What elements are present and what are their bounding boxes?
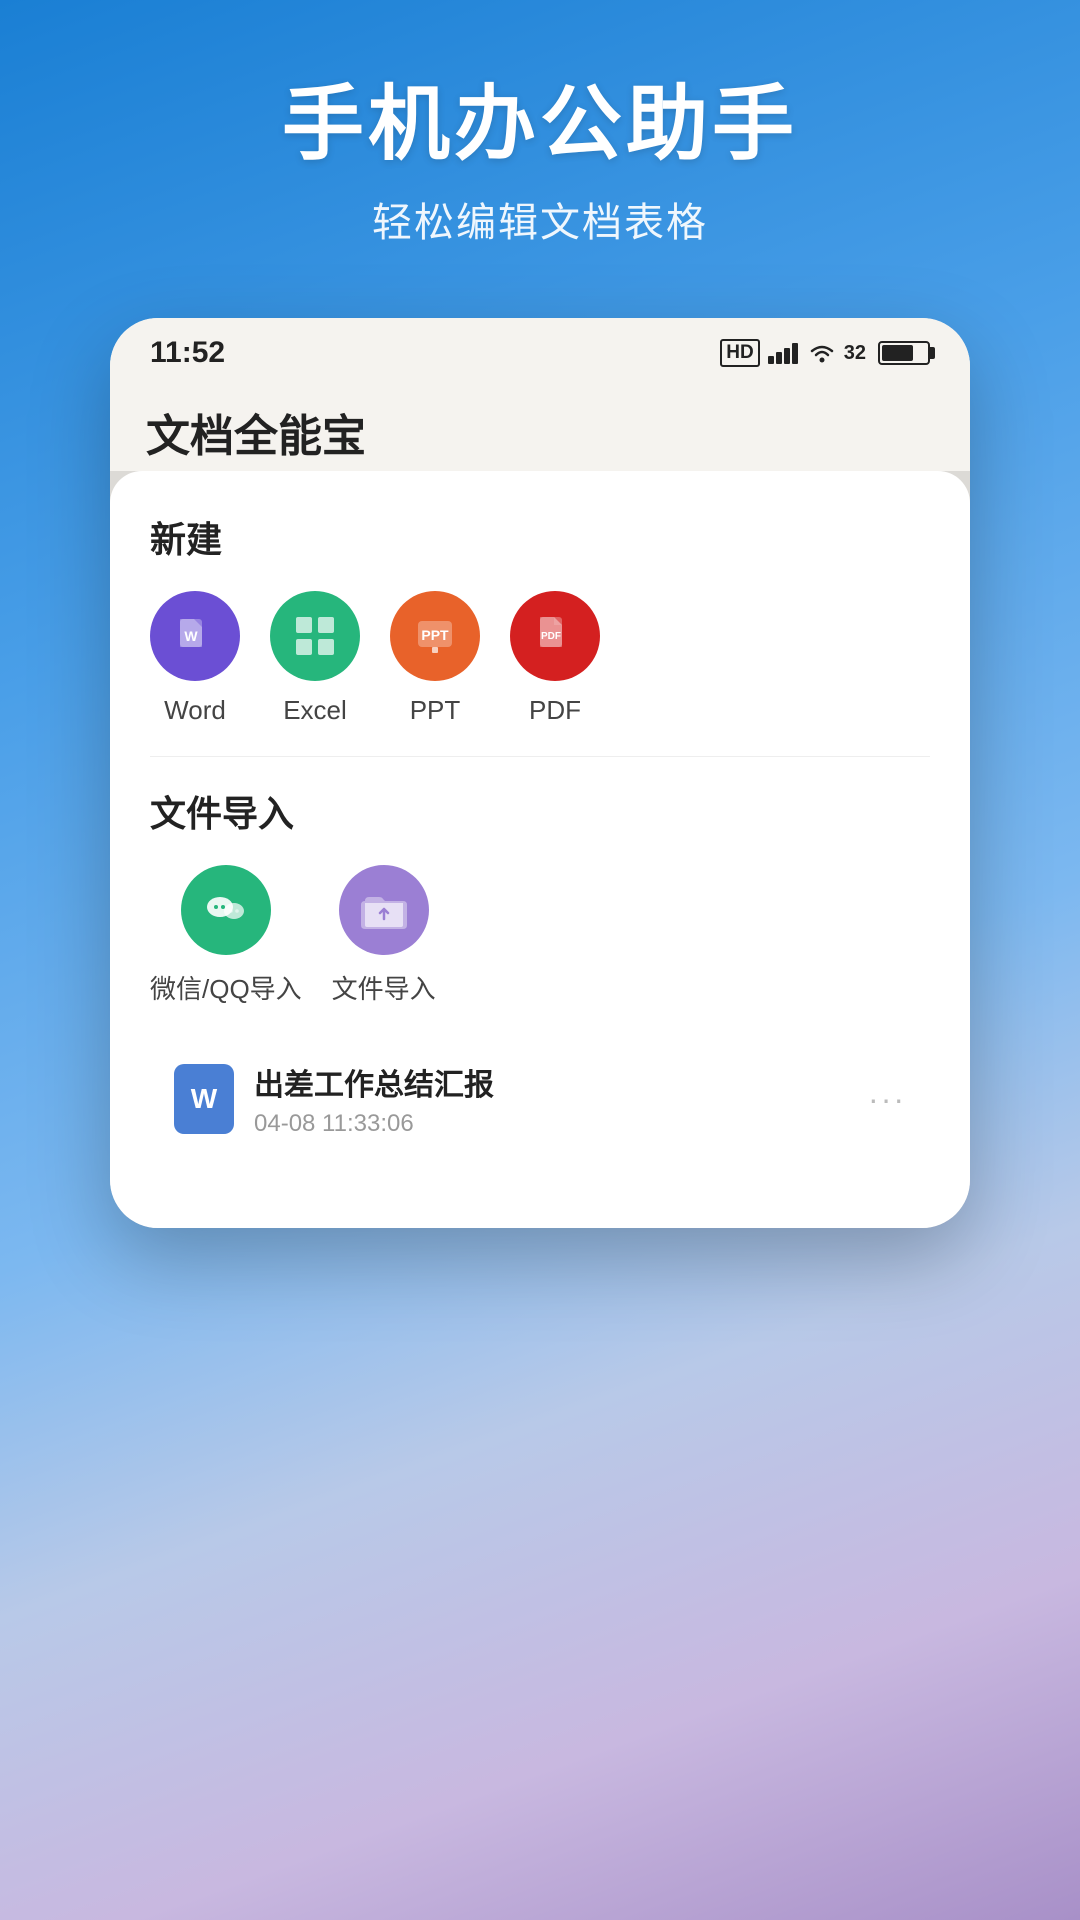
- hd-label: HD: [720, 339, 759, 367]
- popup-item-ppt[interactable]: PPT PPT: [390, 591, 480, 726]
- app-title: 文档全能宝: [146, 400, 934, 464]
- popup-item-pdf[interactable]: PDF PDF: [510, 591, 600, 726]
- header-subtitle: 轻松编辑文档表格: [60, 190, 1020, 248]
- popup-item-word[interactable]: W Word: [150, 591, 240, 726]
- popup-divider: [150, 756, 930, 757]
- popup-import-section: 文件导入: [150, 785, 930, 1006]
- svg-text:W: W: [184, 628, 198, 644]
- wechat-icon: [181, 865, 271, 955]
- battery-num: 32: [844, 342, 866, 365]
- ppt-icon: PPT: [390, 591, 480, 681]
- status-time: 11:52: [150, 336, 225, 370]
- doc-partial-area: W 出差工作总结汇报 04-08 11:33:06 ···: [150, 1036, 930, 1162]
- file-import-icon: [339, 865, 429, 955]
- popup-new-icons: W Word: [150, 591, 930, 726]
- popup-item-file-import[interactable]: 文件导入: [332, 865, 436, 1006]
- word-label: Word: [164, 695, 226, 726]
- ppt-label: PPT: [410, 695, 461, 726]
- doc-more-1[interactable]: ···: [868, 1081, 906, 1118]
- status-icons: HD 32: [720, 339, 930, 367]
- signal-icon: [768, 342, 800, 364]
- phone-card: 11:52 HD 32 文档全能宝: [110, 318, 970, 1228]
- wifi-icon: [808, 342, 836, 364]
- header-title: 手机办公助手: [60, 80, 1020, 170]
- status-bar: 11:52 HD 32: [110, 318, 970, 380]
- popup-item-excel[interactable]: Excel: [270, 591, 360, 726]
- popup-import-icons: 微信/QQ导入 文件导入: [150, 865, 930, 1006]
- file-import-label: 文件导入: [332, 969, 436, 1006]
- pdf-new-label: PDF: [529, 695, 581, 726]
- doc-info-1: 出差工作总结汇报 04-08 11:33:06: [254, 1060, 848, 1138]
- popup-item-wechat[interactable]: 微信/QQ导入: [150, 865, 302, 1006]
- pdf-new-icon: PDF: [510, 591, 600, 681]
- popup-new-title: 新建: [150, 511, 930, 563]
- excel-label: Excel: [283, 695, 347, 726]
- doc-date-1: 04-08 11:33:06: [254, 1110, 848, 1138]
- svg-text:PDF: PDF: [541, 631, 561, 642]
- word-icon: W: [150, 591, 240, 681]
- doc-name-1: 出差工作总结汇报: [254, 1060, 848, 1104]
- svg-text:PPT: PPT: [421, 627, 449, 643]
- popup-new-section: 新建 W Word: [150, 511, 930, 726]
- wechat-label: 微信/QQ导入: [150, 969, 302, 1006]
- doc-icon-1: W: [174, 1064, 234, 1134]
- popup-overlay: 新建 W Word: [110, 471, 970, 1228]
- popup-panel: 新建 W Word: [110, 471, 970, 1228]
- battery-icon: [878, 341, 930, 365]
- excel-icon: [270, 591, 360, 681]
- recent-item-1[interactable]: W 出差工作总结汇报 04-08 11:33:06 ···: [150, 1036, 930, 1162]
- header: 手机办公助手 轻松编辑文档表格: [0, 0, 1080, 288]
- popup-import-title: 文件导入: [150, 785, 930, 837]
